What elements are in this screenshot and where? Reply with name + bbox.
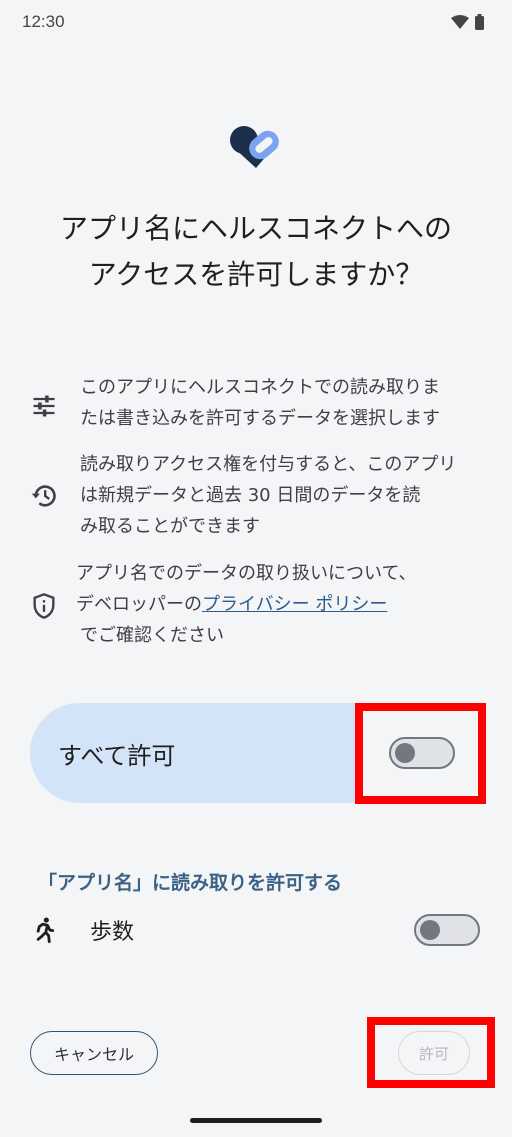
steps-label: 歩数 — [90, 920, 135, 945]
home-indicator[interactable] — [190, 1118, 322, 1123]
info-row-1: このアプリにヘルスコネクトでの読み取りま たは書き込みを許可するデータを選択しま… — [80, 372, 440, 434]
steps-toggle[interactable] — [414, 914, 480, 946]
info-row-3-line-2: デベロッパーのプライバシー ポリシー — [76, 589, 417, 620]
status-time: 12:30 — [22, 12, 65, 31]
wifi-icon — [451, 15, 469, 29]
info-row-2-line-1: 読み取りアクセス権を付与すると、このアプリ — [80, 454, 457, 475]
battery-icon — [475, 14, 484, 30]
history-icon — [31, 485, 56, 507]
info-row-2-line-2: は新規データと過去 30 日間のデータを読 — [80, 485, 421, 506]
info-row-3-line-1: アプリ名でのデータの取り扱いについて、 — [76, 563, 417, 584]
info-row-2-line-3: み取ることができます — [80, 516, 260, 537]
health-connect-logo — [230, 126, 279, 168]
allow-button[interactable]: 許可 — [398, 1031, 470, 1075]
info-row-3: アプリ名でのデータの取り扱いについて、 デベロッパーのプライバシー ポリシー で… — [76, 558, 417, 651]
info-row-1-line-1: このアプリにヘルスコネクトでの読み取りま — [80, 377, 440, 398]
info-row-3-prefix: デベロッパーの — [76, 594, 202, 615]
allow-all-label: すべて許可 — [58, 742, 176, 770]
walk-icon — [36, 917, 55, 944]
allow-all-toggle-knob — [395, 743, 415, 763]
privacy-policy-link[interactable]: プライバシー ポリシー — [202, 594, 387, 615]
info-row-3-line-3: でご確認ください — [80, 625, 224, 646]
tune-icon — [33, 395, 55, 417]
allow-all-toggle[interactable] — [389, 737, 455, 769]
info-row-1-line-2: たは書き込みを許可するデータを選択します — [80, 408, 440, 429]
steps-toggle-knob — [420, 920, 440, 940]
page-title: アプリ名にヘルスコネクトへの アクセスを許可しますか？ — [59, 212, 452, 291]
status-icons — [451, 14, 484, 30]
read-section-header: 「アプリ名」に読み取りを許可する — [38, 872, 343, 894]
info-row-2: 読み取りアクセス権を付与すると、このアプリ は新規データと過去 30 日間のデー… — [80, 449, 456, 542]
cancel-button[interactable]: キャンセル — [30, 1031, 158, 1075]
shield-icon — [33, 593, 55, 619]
